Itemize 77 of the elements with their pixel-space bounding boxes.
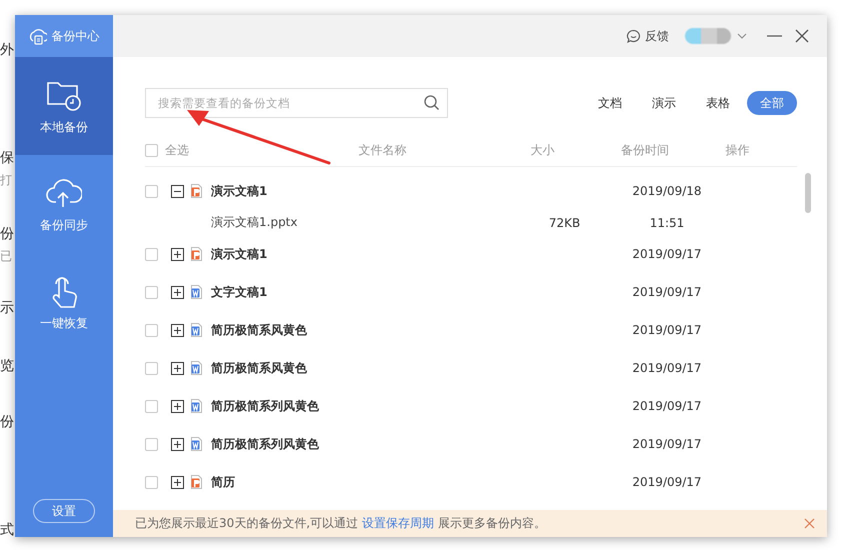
close-icon[interactable] [795,29,809,43]
background-text: 览 [0,358,14,374]
row-checkbox[interactable] [145,286,158,298]
file-name[interactable]: 简历极简系列风黄色 [211,436,319,452]
row-checkbox[interactable] [145,324,158,336]
select-all-checkbox[interactable] [145,144,158,157]
backup-date: 2019/09/17 [632,399,702,413]
expand-icon[interactable] [171,400,184,412]
sidebar-item[interactable]: 本地备份 [15,57,113,155]
file-name[interactable]: 演示文稿1 [211,246,268,262]
file-name[interactable]: 演示文稿1.pptx [211,214,298,231]
feedback-button[interactable]: 反馈 [626,28,669,44]
backup-date: 2019/09/17 [632,247,702,261]
file-name[interactable]: 简历极简系列风黄色 [211,398,319,414]
sidebar-item[interactable]: 一键恢复 [15,253,113,351]
search-icon[interactable] [424,95,439,110]
column-header: 备份时间 [621,142,669,159]
background-text: 外 [0,42,14,58]
chat-icon [626,29,641,43]
backup-date: 2019/09/17 [632,323,702,337]
expand-icon[interactable] [171,248,184,260]
document-file-icon [190,323,203,337]
background-text: 示 [0,300,14,316]
background-text: 式 [0,522,14,538]
backup-date: 2019/09/17 [632,285,702,299]
row-checkbox[interactable] [145,400,158,412]
settings-link[interactable]: 设置保存周期 [362,515,434,532]
row-checkbox[interactable] [145,184,158,198]
backup-date: 2019/09/18 [632,184,702,198]
notice-text: 已为您展示最近30天的备份文件,可以通过 [135,515,358,532]
row-checkbox[interactable] [145,248,158,260]
expand-icon[interactable] [171,286,184,298]
caret-icon[interactable] [737,33,747,39]
settings-button[interactable]: 设置 [33,499,95,523]
expand-icon[interactable] [171,324,184,336]
backup-date: 2019/09/17 [632,361,702,375]
background-text: 份 [0,414,14,430]
file-name[interactable]: 简历极简系风黄色 [211,360,307,376]
column-header: 大小 [530,142,554,159]
window-title: 备份中心 [52,28,100,44]
row-checkbox[interactable] [145,438,158,450]
expand-icon[interactable] [171,438,184,450]
file-name[interactable]: 演示文稿1 [211,182,268,200]
file-name[interactable]: 简历极简系风黄色 [211,322,307,338]
backup-time: 11:51 [650,216,684,230]
file-size: 72KB [548,216,580,230]
file-name[interactable]: 文字文稿1 [211,284,268,300]
background-text: 保 [0,150,14,166]
document-file-icon [190,437,203,451]
presentation-file-icon [190,184,203,198]
document-file-icon [190,285,203,299]
notice-text: 展示更多备份内容。 [438,515,546,532]
presentation-file-icon [190,247,203,261]
expand-icon[interactable] [171,476,184,488]
filter-tab[interactable]: 文档 [585,91,635,115]
search-field[interactable]: 搜索需要查看的备份文档 [145,88,448,118]
column-header: 文件名称 [358,142,406,159]
filter-tab[interactable]: 表格 [693,91,743,115]
background-text: 打 [0,172,12,188]
document-file-icon [190,361,203,375]
backup-date: 2019/09/17 [632,475,702,489]
row-checkbox[interactable] [145,362,158,374]
background-text: 已 [0,248,12,264]
column-header: 操作 [726,142,750,159]
background-text: 份 [0,226,14,242]
cloud-icon [28,28,46,44]
document-file-icon [190,399,203,413]
sidebar-item[interactable]: 备份同步 [15,155,113,253]
backup-date: 2019/09/17 [632,437,702,451]
filter-tab[interactable]: 全部 [747,91,797,115]
row-checkbox[interactable] [145,476,158,488]
expand-icon[interactable] [171,362,184,374]
filter-tab[interactable]: 演示 [639,91,689,115]
avatar-placeholder[interactable] [685,28,731,44]
file-name[interactable]: 简历 [211,474,235,490]
presentation-file-icon [190,475,203,489]
collapse-icon[interactable] [171,184,184,198]
